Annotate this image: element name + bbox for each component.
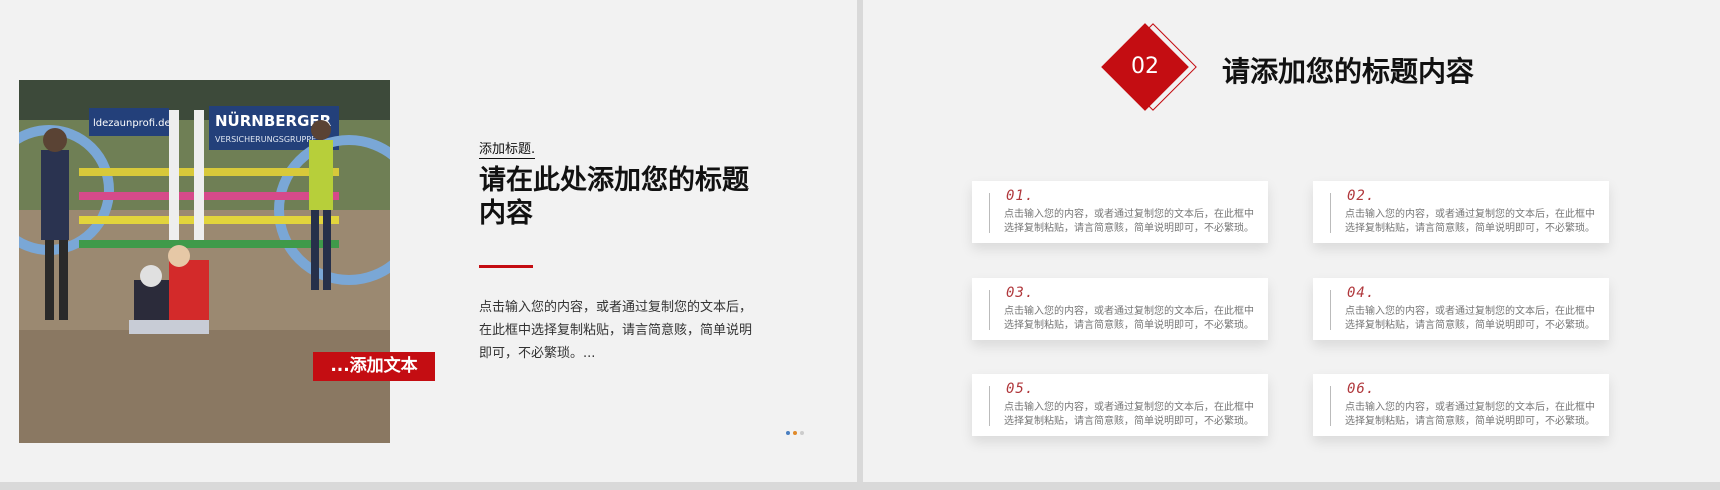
card-text: 点击输入您的内容，或者通过复制您的文本后，在此框中选择复制粘贴，请言简意赅，简单…: [1345, 402, 1595, 427]
card-text: 点击输入您的内容，或者通过复制您的文本后，在此框中选择复制粘贴，请言简意赅，简单…: [1004, 402, 1254, 427]
card-divider: [1330, 290, 1331, 330]
pagination-dot[interactable]: [786, 431, 790, 435]
content-card[interactable]: 05. 点击输入您的内容，或者通过复制您的文本后，在此框中选择复制粘贴，请言简意…: [972, 374, 1268, 436]
section-title: 请添加您的标题内容: [1222, 55, 1475, 88]
content-card[interactable]: 03. 点击输入您的内容，或者通过复制您的文本后，在此框中选择复制粘贴，请言简意…: [972, 278, 1268, 340]
pagination-dots[interactable]: [786, 431, 804, 435]
small-title: 添加标题.: [479, 138, 536, 159]
content-card[interactable]: 02. 点击输入您的内容，或者通过复制您的文本后，在此框中选择复制粘贴，请言简意…: [1313, 181, 1609, 243]
body-text: 点击输入您的内容，或者通过复制您的文本后，在此框中选择复制粘贴，请言简意赅，简单…: [479, 300, 753, 361]
card-number: 03.: [1006, 285, 1035, 301]
content-card[interactable]: 06. 点击输入您的内容，或者通过复制您的文本后，在此框中选择复制粘贴，请言简意…: [1313, 374, 1609, 436]
section-number: 02: [1131, 54, 1159, 79]
card-divider: [1330, 386, 1331, 426]
card-number: 05.: [1006, 381, 1035, 397]
card-number: 01.: [1006, 188, 1035, 204]
section-number-badge: 02: [1100, 22, 1200, 112]
title-underline: [479, 265, 533, 268]
card-number: 02.: [1347, 188, 1376, 204]
card-divider: [989, 193, 990, 233]
card-divider: [1330, 193, 1331, 233]
slide-right[interactable]: 02 请添加您的标题内容 01. 点击输入您的内容，或者通过复制您的文本后，在此…: [863, 0, 1720, 482]
content-card[interactable]: 01. 点击输入您的内容，或者通过复制您的文本后，在此框中选择复制粘贴，请言简意…: [972, 181, 1268, 243]
page-title: 请在此处添加您的标题内容: [479, 165, 749, 229]
card-number: 06.: [1347, 381, 1376, 397]
card-text: 点击输入您的内容，或者通过复制您的文本后，在此框中选择复制粘贴，请言简意赅，简单…: [1004, 306, 1254, 331]
content-card[interactable]: 04. 点击输入您的内容，或者通过复制您的文本后，在此框中选择复制粘贴，请言简意…: [1313, 278, 1609, 340]
card-text: 点击输入您的内容，或者通过复制您的文本后，在此框中选择复制粘贴，请言简意赅，简单…: [1004, 209, 1254, 234]
sign-versicherung: VERSICHERUNGSGRUPPE: [215, 135, 316, 144]
pagination-dot[interactable]: [793, 431, 797, 435]
photo-equestrian: NÜRNBERGER VERSICHERUNGSGRUPPE ldezaunpr…: [19, 80, 390, 443]
card-text: 点击输入您的内容，或者通过复制您的文本后，在此框中选择复制粘贴，请言简意赅，简单…: [1345, 306, 1595, 331]
card-divider: [989, 386, 990, 426]
card-text: 点击输入您的内容，或者通过复制您的文本后，在此框中选择复制粘贴，请言简意赅，简单…: [1345, 209, 1595, 234]
card-divider: [989, 290, 990, 330]
slide-left[interactable]: NÜRNBERGER VERSICHERUNGSGRUPPE ldezaunpr…: [0, 0, 857, 482]
sign-zaun: ldezaunprofi.de: [93, 118, 171, 129]
card-number: 04.: [1347, 285, 1376, 301]
image-tag[interactable]: ...添加文本: [313, 352, 435, 381]
pagination-dot[interactable]: [800, 431, 804, 435]
